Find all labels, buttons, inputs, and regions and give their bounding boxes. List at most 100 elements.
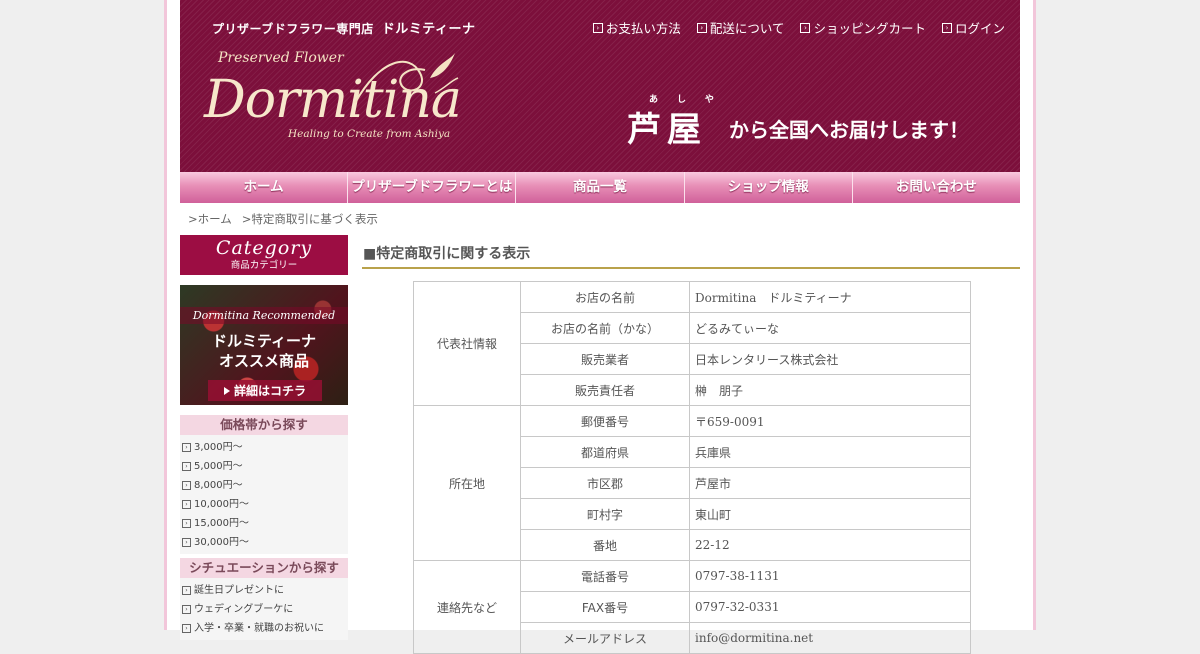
arrow-box-icon: › <box>182 500 191 509</box>
arrow-box-icon: › <box>182 624 191 633</box>
nav-home[interactable]: ホーム <box>180 172 349 203</box>
top-links: › お支払い方法 › 配送について › ショッピングカート › ログイン <box>592 18 1005 37</box>
play-icon <box>223 386 230 395</box>
table-row: 連絡先など 電話番号 0797-38-1131 <box>413 560 971 654</box>
top-link-cart[interactable]: › ショッピングカート <box>800 18 926 37</box>
logo-subtitle-bottom: Healing to Create from Ashiya <box>288 128 451 140</box>
arrow-box-icon: › <box>696 22 707 33</box>
sidebar: Category 商品カテゴリー Dormitina Recommended ド… <box>180 235 348 640</box>
shop-type: プリザーブドフラワー専門店 <box>212 22 374 36</box>
label-cell: お店の名前 <box>520 281 690 313</box>
price-list: › 3,000円〜 › 5,000円〜 › 8,000円〜 › 10,000円〜 › 15… <box>180 435 348 554</box>
price-section-title: 価格帯から探す <box>180 415 348 435</box>
top-link-label: ショッピングカート <box>813 21 926 36</box>
situation-item[interactable]: › ウェディングブーケに <box>182 600 348 619</box>
label-cell: 販売責任者 <box>520 374 690 406</box>
arrow-box-icon: › <box>592 22 603 33</box>
value-cell: 22-12 <box>689 529 971 561</box>
label-cell: メールアドレス <box>520 622 690 654</box>
price-item[interactable]: › 5,000円〜 <box>182 457 348 476</box>
price-label: 3,000円〜 <box>194 442 243 453</box>
page-container: プリザーブドフラワー専門店 ドルミティーナ › お支払い方法 › 配送について › ショ… <box>164 0 1036 654</box>
group-cell: 連絡先など <box>413 560 521 654</box>
arrow-box-icon: › <box>941 22 952 33</box>
nav-contact[interactable]: お問い合わせ <box>852 172 1021 203</box>
price-label: 15,000円〜 <box>194 518 249 529</box>
category-title-en: Category <box>215 237 313 259</box>
site-logo[interactable]: Preserved Flower Dormitina Healing to Cr… <box>200 48 480 148</box>
price-item[interactable]: › 10,000円〜 <box>182 495 348 514</box>
value-cell: 榊 朋子 <box>689 374 971 406</box>
tagline-rest: から全国へお届けします！ <box>729 118 969 142</box>
table-row: 代表社情報 お店の名前 Dormitina ドルミティーナ <box>413 281 971 406</box>
breadcrumb-current: >特定商取引に基づく表示 <box>241 212 378 226</box>
label-cell: 郵便番号 <box>520 405 690 437</box>
value-cell: 芦屋市 <box>689 467 971 499</box>
value-cell: info@dormitina.net <box>689 622 971 654</box>
top-link-shipping[interactable]: › 配送について <box>696 18 785 37</box>
label-cell: お店の名前（かな） <box>520 312 690 344</box>
situation-list: › 誕生日プレゼントに › ウェディングブーケに › 入学・卒業・就職のお祝いに <box>180 578 348 640</box>
top-link-label: 配送について <box>709 21 785 36</box>
price-label: 5,000円〜 <box>194 461 243 472</box>
breadcrumb: >ホーム >特定商取引に基づく表示 <box>188 211 378 227</box>
nav-about-preserved-flower[interactable]: プリザーブドフラワーとは <box>348 172 517 203</box>
tagline-ashiya: 芦屋 <box>627 110 707 150</box>
table-row: 所在地 郵便番号 〒659-0091 <box>413 405 971 561</box>
commerce-info-table: 代表社情報 お店の名前 Dormitina ドルミティーナ お店の名前（かな） … <box>413 281 971 654</box>
label-cell: 販売業者 <box>520 343 690 375</box>
logo-subtitle-top: Preserved Flower <box>218 50 344 66</box>
recommend-details-label: 詳細はコチラ <box>233 384 306 398</box>
nav-products[interactable]: 商品一覧 <box>516 172 685 203</box>
label-cell: 町村字 <box>520 498 690 530</box>
arrow-box-icon: › <box>182 519 191 528</box>
recommended-banner[interactable]: Dormitina Recommended ドルミティーナ オススメ商品 詳細は… <box>180 285 348 405</box>
price-label: 30,000円〜 <box>194 537 249 548</box>
situation-item[interactable]: › 誕生日プレゼントに <box>182 581 348 600</box>
category-title-jp: 商品カテゴリー <box>230 260 298 271</box>
arrow-box-icon: › <box>182 538 191 547</box>
label-cell: 都道府県 <box>520 436 690 468</box>
arrow-box-icon: › <box>800 22 811 33</box>
nav-shop-info[interactable]: ショップ情報 <box>684 172 853 203</box>
breadcrumb-home[interactable]: >ホーム <box>188 211 232 227</box>
price-item[interactable]: › 3,000円〜 <box>182 438 348 457</box>
price-item[interactable]: › 8,000円〜 <box>182 476 348 495</box>
value-cell: 日本レンタリース株式会社 <box>689 343 971 375</box>
top-link-payment[interactable]: › お支払い方法 <box>592 18 681 37</box>
top-link-label: ログイン <box>954 21 1005 36</box>
arrow-box-icon: › <box>182 605 191 614</box>
price-item[interactable]: › 15,000円〜 <box>182 514 348 533</box>
label-cell: 番地 <box>520 529 690 561</box>
situation-item[interactable]: › 入学・卒業・就職のお祝いに <box>182 619 348 638</box>
arrow-box-icon: › <box>182 481 191 490</box>
category-header: Category 商品カテゴリー <box>180 235 348 275</box>
value-cell: Dormitina ドルミティーナ <box>689 281 971 313</box>
recommend-line1: ドルミティーナ <box>211 332 317 350</box>
situation-label: 入学・卒業・就職のお祝いに <box>194 623 324 634</box>
recommend-subtitle: Dormitina Recommended <box>180 307 348 324</box>
recommend-line2: オススメ商品 <box>218 352 309 370</box>
site-header: プリザーブドフラワー専門店 ドルミティーナ › お支払い方法 › 配送について › ショ… <box>180 0 1020 172</box>
value-cell: 0797-32-0331 <box>689 591 971 623</box>
arrow-box-icon: › <box>182 462 191 471</box>
shop-name: ドルミティーナ <box>381 22 476 37</box>
shop-label: プリザーブドフラワー専門店 ドルミティーナ <box>212 18 476 37</box>
top-link-login[interactable]: › ログイン <box>941 18 1005 37</box>
value-cell: 兵庫県 <box>689 436 971 468</box>
label-cell: 電話番号 <box>520 560 690 592</box>
price-item[interactable]: › 30,000円〜 <box>182 533 348 552</box>
value-cell: 0797-38-1131 <box>689 560 971 592</box>
main-content: ■特定商取引に関する表示 代表社情報 お店の名前 Dormitina ドルミティ… <box>362 235 1020 654</box>
value-cell: 〒659-0091 <box>689 405 971 437</box>
group-cell: 所在地 <box>413 405 521 561</box>
recommend-details-button[interactable]: 詳細はコチラ <box>208 380 322 401</box>
label-cell: 市区郡 <box>520 467 690 499</box>
value-cell: 東山町 <box>689 498 971 530</box>
label-cell: FAX番号 <box>520 591 690 623</box>
content-wrapper: プリザーブドフラワー専門店 ドルミティーナ › お支払い方法 › 配送について › ショ… <box>180 0 1021 654</box>
situation-label: 誕生日プレゼントに <box>194 585 284 596</box>
situation-label: ウェディングブーケに <box>194 604 294 615</box>
arrow-box-icon: › <box>182 443 191 452</box>
page-title: ■特定商取引に関する表示 <box>362 235 1020 269</box>
